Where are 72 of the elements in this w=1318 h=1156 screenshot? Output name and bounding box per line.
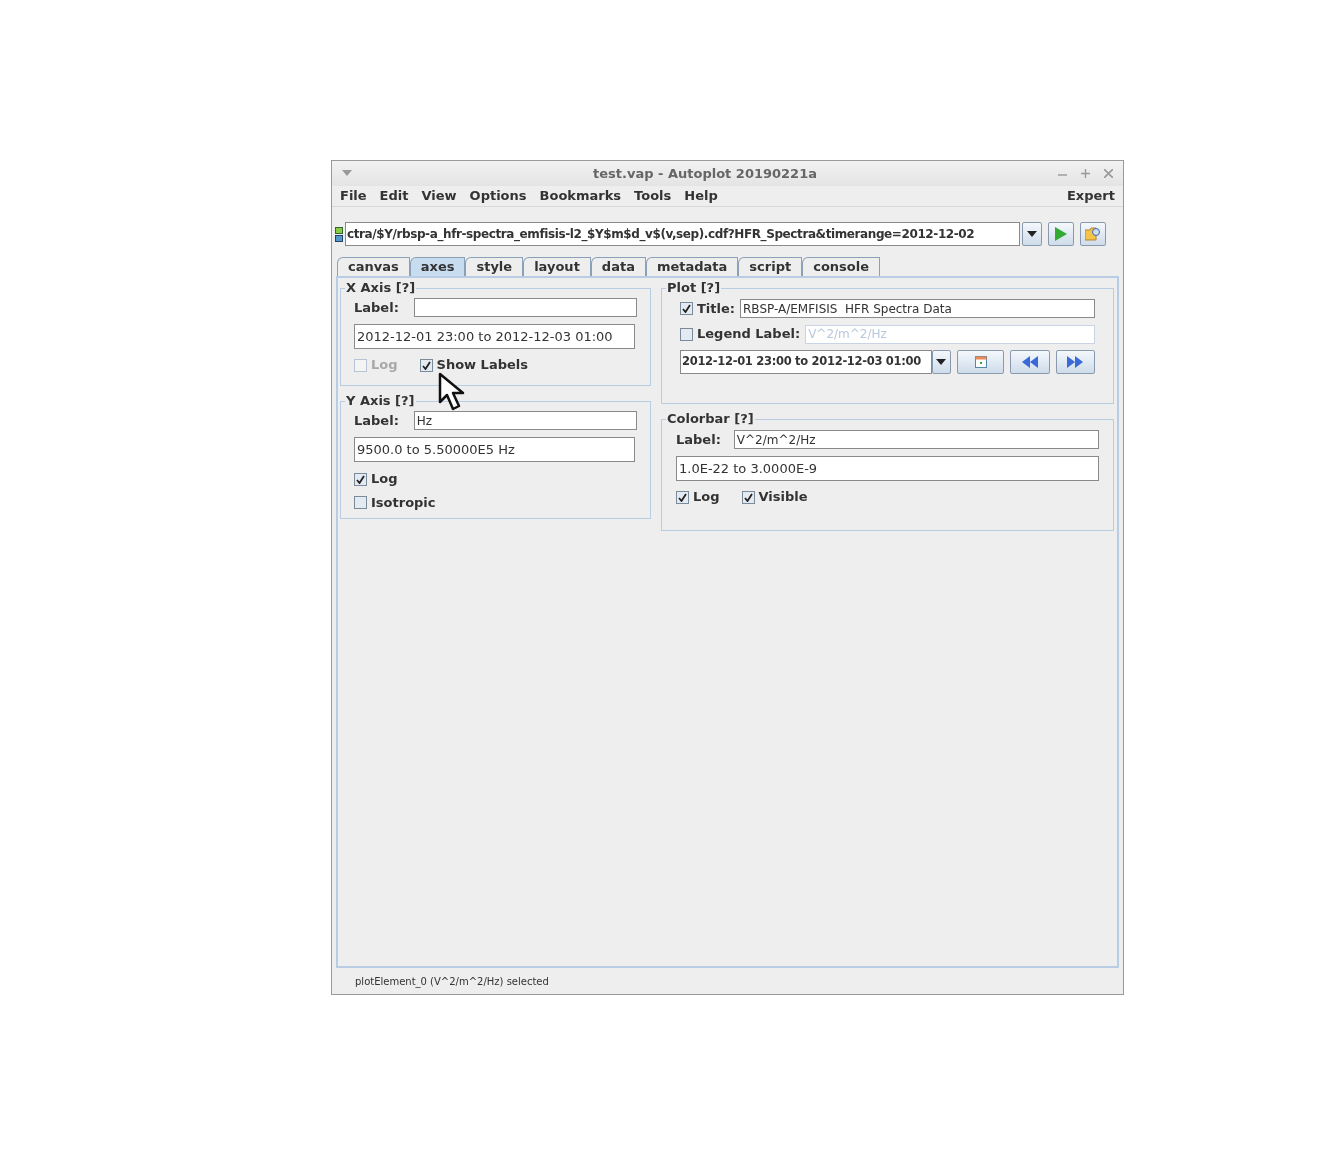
tab[interactable]: style [465,256,524,276]
play-icon [1055,226,1067,241]
checkbox-label: Isotropic [371,493,436,512]
group-title[interactable]: Y Axis [?] [345,392,416,409]
folder-magnifier-icon [1085,226,1101,241]
checkbox[interactable] [354,472,367,486]
checkbox[interactable] [419,358,433,372]
menu-item[interactable]: Options [469,186,527,206]
text-field[interactable]: 9500.0 to 5.50000E5 Hz [354,437,635,463]
tab[interactable]: console [802,256,881,276]
text-field[interactable]: V^2/m^2/Hz [733,430,1099,450]
calendar-icon [974,355,987,368]
check-icon [743,492,753,502]
tab[interactable]: metadata [645,256,739,276]
text-field[interactable]: 2012-12-01 23:00 to 2012-12-03 01:00 [354,324,635,350]
checkbox-label: Title: [697,299,735,318]
timerange-field[interactable]: 2012-12-01 23:00 to 2012-12-03 01:00 [680,349,932,374]
checkbox[interactable] [354,496,367,510]
play-button[interactable] [1048,221,1074,246]
group-title[interactable]: Plot [?] [666,279,722,296]
maximize-icon[interactable] [1081,169,1090,178]
text-field[interactable]: 1.0E-22 to 3.0000E-9 [676,456,1099,482]
group-title[interactable]: Colorbar [?] [666,410,755,427]
caret-icon [936,358,947,365]
fast-forward-icon [1067,355,1084,368]
tab[interactable]: script [738,256,803,276]
checkbox[interactable] [676,490,689,504]
checkbox-label: Legend Label: [697,325,801,344]
text-field[interactable] [413,298,637,318]
address-field[interactable]: ctra/$Y/rbsp-a_hfr-spectra_emfisis-l2_$Y$m$d_v$(v,sep).cdf?HFR_Spectra&timerange=2012-12-02 [345,221,1020,246]
text-field[interactable]: RBSP-A/EMFISIS HFR Spectra Data [740,299,1095,319]
previous-button[interactable] [1010,349,1050,374]
calendar-button[interactable] [957,349,1005,374]
menu-item[interactable]: Edit [379,186,409,206]
check-icon [421,360,431,370]
menu-item[interactable]: View [421,186,457,206]
text-field[interactable]: Hz [413,411,637,431]
tab[interactable]: axes [409,256,466,276]
status-light-icon [335,224,343,243]
caret-icon [1027,230,1037,237]
window-title: test.vap - Autoplot 20190221a [592,164,818,183]
checkbox-label: Log [371,356,398,375]
check-icon [678,492,687,502]
tab[interactable]: layout [523,256,591,276]
next-button[interactable] [1055,349,1095,374]
menu-item[interactable]: File [340,186,367,206]
menu-item[interactable]: Expert [1067,186,1115,206]
group-title[interactable]: X Axis [?] [345,279,417,296]
menu-item[interactable]: Bookmarks [539,186,622,206]
window-menu-icon[interactable] [342,170,352,177]
dropdown-button[interactable] [1022,221,1042,246]
open-button[interactable] [1080,221,1106,246]
checkbox-label: Log [693,488,720,507]
menu-item[interactable]: Help [684,186,718,206]
rewind-icon [1022,355,1038,368]
menu-item[interactable]: Tools [634,186,672,206]
field-label: Label: [354,411,399,430]
checkbox-label: Log [371,470,398,489]
close-icon[interactable] [1104,169,1113,178]
check-icon [682,304,691,314]
checkbox-label: Show Labels [436,356,528,375]
tab[interactable]: canvas [337,256,410,276]
field-label: Label: [676,430,721,449]
checkbox-label: Visible [758,488,808,507]
field-label: Label: [354,298,399,317]
status-text: plotElement_0 (V^2/m^2/Hz) selected [355,974,549,989]
dropdown-button[interactable] [931,349,952,374]
checkbox[interactable] [680,327,693,341]
checkbox[interactable] [680,302,693,316]
check-icon [356,474,365,484]
tab[interactable]: data [590,256,646,276]
checkbox[interactable] [741,490,755,504]
